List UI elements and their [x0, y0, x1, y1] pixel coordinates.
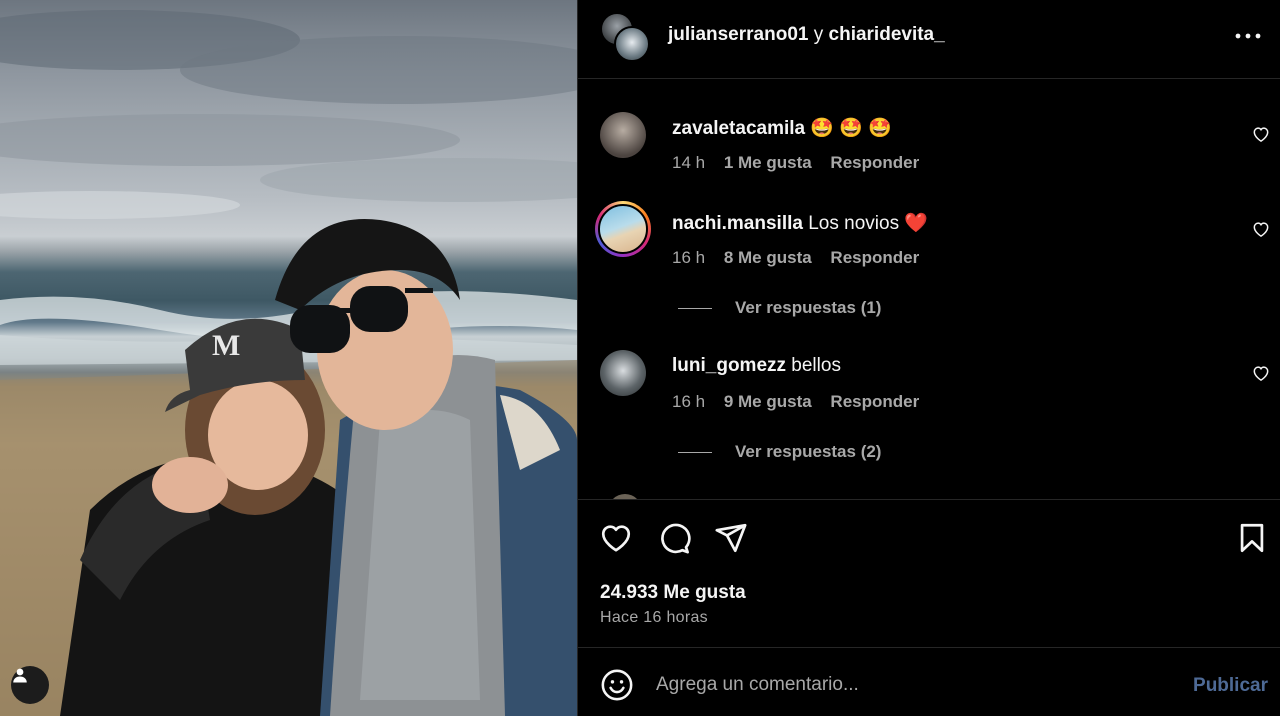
- tagged-users-button[interactable]: [11, 666, 49, 704]
- reply-button[interactable]: Responder: [830, 392, 919, 411]
- bookmark-icon[interactable]: [1235, 521, 1269, 555]
- comment-time: 16 h: [672, 392, 706, 411]
- comment-text: nachi.mansilla Los novios ❤️: [672, 211, 928, 235]
- more-options-icon[interactable]: [1233, 25, 1263, 47]
- comments-list[interactable]: zavaletacamila 🤩 🤩 🤩 14 h 1 Me gusta Res…: [578, 80, 1280, 499]
- comment-body: Los novios ❤️: [808, 213, 929, 234]
- comment-like-icon[interactable]: [1251, 363, 1271, 383]
- post-actions: 24.933 Me gusta Hace 16 horas: [578, 499, 1280, 648]
- comment-time: 14 h: [672, 153, 706, 172]
- comment-like-icon[interactable]: [1251, 219, 1271, 239]
- user-tag-icon: [13, 668, 27, 683]
- replies-divider-line: [678, 307, 712, 309]
- replies-divider-line: [678, 451, 712, 453]
- post-details-panel: julianserrano01 y chiaridevita_ zavaleta…: [577, 0, 1280, 716]
- comment-text: luni_gomezz bellos: [672, 355, 841, 377]
- photo-illustration: M: [0, 10, 577, 716]
- reply-button[interactable]: Responder: [830, 248, 919, 267]
- author-username-1[interactable]: julianserrano01: [668, 24, 808, 45]
- post-timestamp[interactable]: Hace 16 horas: [600, 609, 708, 627]
- share-icon[interactable]: [714, 521, 748, 555]
- emoji-icon[interactable]: [600, 668, 634, 702]
- comment-body: 🤩 🤩 🤩: [810, 118, 892, 139]
- view-replies-button[interactable]: Ver respuestas (2): [678, 442, 881, 462]
- view-replies-label: Ver respuestas (2): [735, 442, 882, 461]
- comment-username[interactable]: nachi.mansilla: [672, 213, 803, 234]
- avatar[interactable]: [600, 112, 646, 158]
- avatar[interactable]: [595, 201, 651, 257]
- publish-button[interactable]: Publicar: [1193, 675, 1268, 697]
- comment-meta: 16 h 9 Me gusta Responder: [672, 392, 933, 412]
- comment-username[interactable]: zavaletacamila: [672, 118, 805, 139]
- comment-username[interactable]: luni_gomezz: [672, 355, 786, 376]
- avatar[interactable]: [600, 350, 646, 396]
- reply-button[interactable]: Responder: [830, 153, 919, 172]
- comment-icon[interactable]: [657, 521, 691, 555]
- avatar[interactable]: [614, 26, 650, 62]
- view-replies-button[interactable]: Ver respuestas (1): [678, 298, 881, 318]
- author-username-2[interactable]: chiaridevita_: [829, 24, 945, 45]
- post-authors: julianserrano01 y chiaridevita_: [668, 24, 945, 46]
- add-comment-bar: Publicar: [578, 649, 1280, 716]
- collab-avatars[interactable]: [600, 12, 650, 62]
- comment-likes[interactable]: 8 Me gusta: [724, 248, 812, 267]
- comment-input[interactable]: [656, 669, 1176, 701]
- comment-body: bellos: [791, 355, 841, 376]
- post-photo[interactable]: M: [0, 0, 577, 716]
- heart-icon[interactable]: [599, 521, 633, 555]
- comment-like-icon[interactable]: [1251, 124, 1271, 144]
- post-header: julianserrano01 y chiaridevita_: [578, 0, 1280, 79]
- comment-meta: 14 h 1 Me gusta Responder: [672, 153, 933, 173]
- comment-meta: 16 h 8 Me gusta Responder: [672, 248, 933, 268]
- comment-text: zavaletacamila 🤩 🤩 🤩: [672, 116, 892, 140]
- comment-likes[interactable]: 9 Me gusta: [724, 392, 812, 411]
- comment-time: 16 h: [672, 248, 706, 267]
- comment-likes[interactable]: 1 Me gusta: [724, 153, 812, 172]
- view-replies-label: Ver respuestas (1): [735, 298, 882, 317]
- likes-count[interactable]: 24.933 Me gusta: [600, 582, 746, 604]
- svg-text:M: M: [212, 329, 240, 362]
- author-separator: y: [813, 24, 824, 45]
